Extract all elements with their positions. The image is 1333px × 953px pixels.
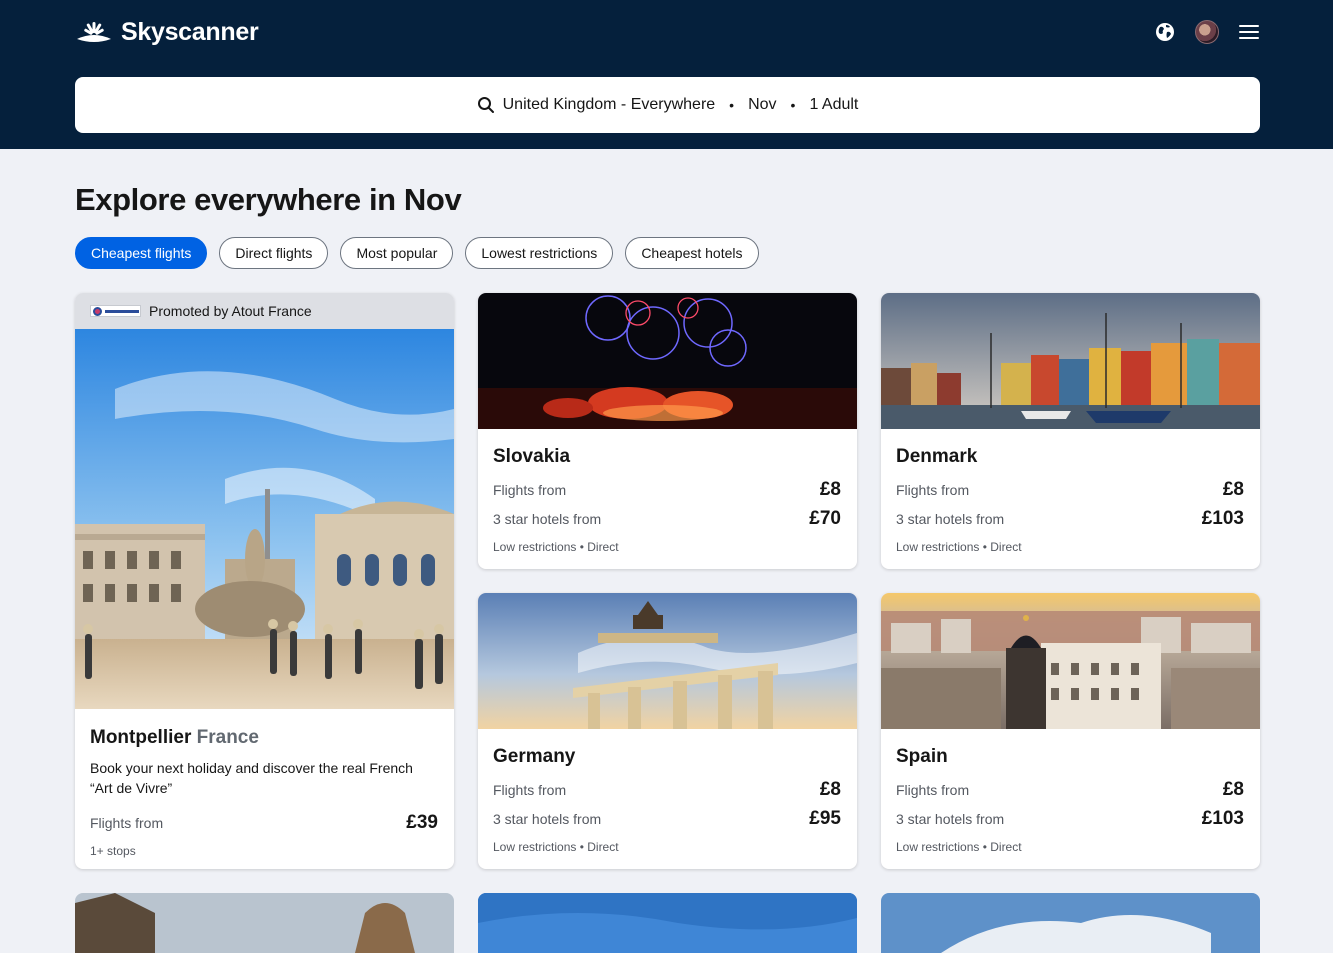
destination-card-slovakia[interactable]: Slovakia Flights from £8 3 star hotels f… (478, 293, 857, 569)
globe-icon[interactable] (1153, 20, 1177, 44)
separator-dot: • (790, 97, 796, 113)
hotels-from-label: 3 star hotels from (493, 511, 602, 527)
sponsor-logo (90, 305, 141, 317)
filter-chips: Cheapest flights Direct flights Most pop… (75, 237, 759, 269)
montpellier-photo (75, 329, 454, 709)
search-route: United Kingdom - Everywhere (502, 96, 716, 113)
hotels-from-label: 3 star hotels from (896, 811, 1005, 827)
hotel-price: £95 (809, 808, 841, 829)
flight-price: £8 (819, 779, 841, 800)
hotels-from-label: 3 star hotels from (896, 511, 1005, 527)
flight-price: £8 (819, 479, 841, 500)
destination-card-partial[interactable] (75, 893, 454, 953)
destination-card-denmark[interactable]: Denmark Flights from £8 3 star hotels fr… (881, 293, 1260, 569)
filter-most-popular[interactable]: Most popular (340, 237, 454, 269)
search-month: Nov (748, 96, 777, 113)
filter-cheapest-flights[interactable]: Cheapest flights (75, 237, 208, 269)
user-avatar[interactable] (1195, 20, 1219, 44)
menu-icon[interactable] (1237, 20, 1261, 44)
hotel-price: £70 (809, 508, 841, 529)
sponsor-text: Promoted by Atout France (149, 303, 312, 319)
germany-photo (478, 593, 857, 729)
brand-name: Skyscanner (121, 18, 259, 46)
promo-card-montpellier[interactable]: Promoted by Atout France Montpellier Fra… (75, 293, 454, 869)
flight-price: £8 (1222, 479, 1244, 500)
search-icon (477, 97, 494, 113)
search-summary-bar[interactable]: United Kingdom - Everywhere • Nov • 1 Ad… (75, 77, 1260, 133)
page-title: Explore everywhere in Nov (75, 182, 462, 217)
promo-city: Montpellier (90, 727, 192, 748)
search-passengers: 1 Adult (809, 96, 859, 113)
destination-card-spain[interactable]: Spain Flights from £8 3 star hotels from… (881, 593, 1260, 869)
spain-photo (881, 593, 1260, 729)
denmark-photo (881, 293, 1260, 429)
destination-name: Spain (896, 746, 948, 767)
destination-card-partial[interactable] (478, 893, 857, 953)
destination-tags: Low restrictions • Direct (493, 540, 619, 554)
promo-description: Book your next holiday and discover the … (90, 760, 413, 796)
hotel-price: £103 (1201, 808, 1244, 829)
flights-from-label: Flights from (896, 482, 970, 498)
filter-lowest-restrictions[interactable]: Lowest restrictions (465, 237, 614, 269)
stops-info: 1+ stops (90, 844, 136, 858)
destination-name: Germany (493, 746, 576, 767)
destination-name: Slovakia (493, 446, 571, 467)
filter-cheapest-hotels[interactable]: Cheapest hotels (625, 237, 759, 269)
flights-from-label: Flights from (493, 482, 567, 498)
top-header: Skyscanner United Kingdom - Everywhere •… (0, 0, 1333, 149)
destination-tags: Low restrictions • Direct (896, 840, 1022, 854)
skyscanner-logo[interactable]: Skyscanner (75, 18, 259, 47)
promo-country: France (196, 727, 259, 748)
flight-price: £8 (1222, 779, 1244, 800)
flights-from-label: Flights from (896, 782, 970, 798)
destination-card-partial[interactable] (881, 893, 1260, 953)
flight-price: £39 (406, 812, 438, 833)
hotels-from-label: 3 star hotels from (493, 811, 602, 827)
flights-from-label: Flights from (90, 815, 164, 831)
separator-dot: • (729, 97, 735, 113)
promo-sponsor-header: Promoted by Atout France (75, 293, 454, 329)
destination-name: Denmark (896, 446, 978, 467)
avatar (1195, 20, 1219, 44)
flights-from-label: Flights from (493, 782, 567, 798)
destination-card-germany[interactable]: Germany Flights from £8 3 star hotels fr… (478, 593, 857, 869)
promo-title: Montpellier France (90, 727, 438, 749)
filter-direct-flights[interactable]: Direct flights (219, 237, 329, 269)
sunrise-logo-icon (77, 21, 111, 42)
destination-tags: Low restrictions • Direct (896, 540, 1022, 554)
slovakia-photo (478, 293, 857, 429)
destination-tags: Low restrictions • Direct (493, 840, 619, 854)
hotel-price: £103 (1201, 508, 1244, 529)
